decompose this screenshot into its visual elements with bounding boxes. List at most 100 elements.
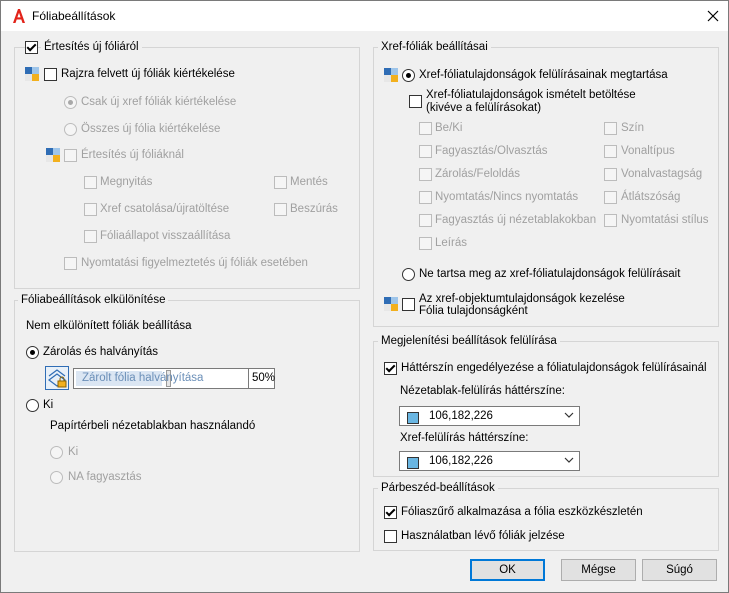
notify-new-layers-label: Értesítés új fóliáknál (81, 149, 184, 161)
cancel-button[interactable]: Mégse (561, 559, 636, 581)
fade-slider-field[interactable]: Zárolt fólia halványítása (73, 368, 249, 389)
lock-fade-label: Zárolás és halványítás (43, 346, 159, 358)
new-layer-notification-label: Értesítés új fóliáról (41, 41, 142, 53)
viewport-bg-color-select[interactable]: 106,182,226 (399, 406, 580, 426)
lock-fade-radio[interactable] (26, 346, 39, 359)
manage-xref-props-line1: Az xref-objektumtulajdonságok kezelése (419, 293, 625, 305)
plot-warning-label: Nyomtatási figyelmeztetés új fóliák eset… (81, 257, 308, 269)
prop-plot-label: Nyomtatás/Nincs nyomtatás (435, 191, 579, 203)
paperspace-viewport-label: Papírtérbeli nézetablakban használandó (50, 420, 256, 432)
paperspace-off-radio[interactable] (50, 446, 63, 459)
locked-layer-fade-icon (45, 366, 69, 390)
xref-bg-swatch (407, 457, 419, 469)
xref-bg-label: Xref-felülírás háttérszíne: (400, 432, 529, 444)
fade-field-label: Zárolt fólia halványítása (82, 372, 204, 384)
xref-bg-value: 106,182,226 (429, 455, 493, 467)
save-label: Mentés (290, 176, 328, 188)
isolate-settings-label: Fóliabeállítások elkülönítése (18, 294, 169, 306)
vp-freeze-radio[interactable] (50, 471, 63, 484)
prop-vp-freeze-label: Fagyasztás új nézetablakokban (435, 214, 597, 226)
prop-on-off-checkbox[interactable] (419, 122, 432, 135)
prop-plot-checkbox[interactable] (419, 191, 432, 204)
vp-freeze-label: NA fagyasztás (68, 471, 142, 483)
notify-new-layers-checkbox[interactable] (64, 149, 77, 162)
prop-lineweight-checkbox[interactable] (604, 168, 617, 181)
xref-overrides-icon (384, 68, 398, 82)
prop-description-label: Leírás (435, 237, 467, 249)
fade-percent-field[interactable]: 50% (248, 368, 275, 389)
indicate-used-layers-label: Használatban lévő fóliák jelzése (401, 530, 565, 542)
prop-freeze-thaw-checkbox[interactable] (419, 145, 432, 158)
prop-freeze-thaw-label: Fagyasztás/Olvasztás (435, 145, 548, 157)
new-layer-notification-checkbox[interactable] (25, 41, 38, 54)
manage-xref-props-line2: Fólia tulajdonságként (419, 305, 528, 317)
open-label: Megnyitás (100, 176, 153, 188)
manage-xref-props-checkbox[interactable] (402, 298, 415, 311)
viewport-bg-label: Nézetablak-felülírás háttérszíne: (400, 385, 565, 397)
new-layer-notification-group (14, 47, 360, 289)
evaluate-new-layers-checkbox[interactable] (44, 68, 57, 81)
bg-color-enable-label: Háttérszín engedélyezése a fóliatulajdon… (401, 362, 707, 374)
apply-layer-filter-label: Fóliaszűrő alkalmazása a fólia eszközkés… (401, 506, 643, 518)
evaluate-all-layers-radio[interactable] (64, 123, 77, 136)
evaluate-xref-only-label: Csak új xref fóliák kiértékelése (81, 96, 237, 108)
prop-lineweight-label: Vonalvastagság (621, 168, 703, 180)
prop-linetype-label: Vonaltípus (621, 145, 675, 157)
prop-transparency-checkbox[interactable] (604, 191, 617, 204)
no-keep-overrides-radio[interactable] (402, 268, 415, 281)
open-checkbox[interactable] (84, 176, 97, 189)
viewport-bg-value: 106,182,226 (429, 410, 493, 422)
evaluate-xref-only-radio[interactable] (64, 96, 77, 109)
close-button[interactable] (701, 5, 725, 27)
isolate-off-radio[interactable] (26, 399, 39, 412)
dialog-settings-label: Párbeszéd-beállítások (378, 482, 498, 494)
bg-color-enable-checkbox[interactable] (384, 362, 397, 375)
prop-description-checkbox[interactable] (419, 237, 432, 250)
apply-layer-filter-checkbox[interactable] (384, 506, 397, 519)
save-checkbox[interactable] (274, 176, 287, 189)
insert-label: Beszúrás (290, 203, 338, 215)
insert-checkbox[interactable] (274, 203, 287, 216)
prop-plot-style-checkbox[interactable] (604, 214, 617, 227)
xref-attach-label: Xref csatolása/újratöltése (100, 203, 230, 215)
indicate-used-layers-checkbox[interactable] (384, 530, 397, 543)
restore-layer-state-label: Fóliaállapot visszaállítása (100, 230, 231, 242)
reload-xref-props-line2: (kivéve a felülírásokat) (426, 102, 542, 114)
layer-states-icon (25, 67, 39, 81)
fade-percent-value: 50% (252, 372, 276, 384)
xref-bg-color-select[interactable]: 106,182,226 (399, 451, 580, 471)
ok-button[interactable]: OK (470, 559, 545, 581)
help-button[interactable]: Súgó (642, 559, 717, 581)
chevron-down-icon (564, 457, 574, 463)
autocad-logo-icon (13, 9, 25, 23)
prop-on-off-label: Be/Ki (435, 122, 463, 134)
evaluate-all-layers-label: Összes új fólia kiértékelése (81, 123, 221, 135)
reload-xref-props-checkbox[interactable] (409, 95, 422, 108)
prop-plot-style-label: Nyomtatási stílus (621, 214, 709, 226)
prop-lock-unlock-label: Zárolás/Feloldás (435, 168, 521, 180)
plot-warning-checkbox[interactable] (64, 257, 77, 270)
prop-linetype-checkbox[interactable] (604, 145, 617, 158)
prop-lock-unlock-checkbox[interactable] (419, 168, 432, 181)
paperspace-off-label: Ki (68, 446, 79, 458)
isolate-off-label: Ki (43, 399, 54, 411)
evaluate-new-layers-label: Rajzra felvett új fóliák kiértékelése (61, 68, 235, 80)
prop-vp-freeze-checkbox[interactable] (419, 214, 432, 227)
keep-overrides-label: Xref-fóliatulajdonságok felülírásainak m… (419, 69, 668, 81)
xref-attach-checkbox[interactable] (84, 203, 97, 216)
xref-settings-label: Xref-fóliák beállításai (378, 41, 491, 53)
no-keep-overrides-label: Ne tartsa meg az xref-fóliatulajdonságok… (419, 268, 681, 280)
close-icon (707, 10, 719, 22)
viewport-bg-swatch (407, 412, 419, 424)
notify-layers-icon (46, 148, 60, 162)
prop-color-checkbox[interactable] (604, 122, 617, 135)
layer-settings-dialog: Fóliabeállítások Értesítés új fóliáról R… (0, 0, 729, 593)
prop-color-label: Szín (621, 122, 645, 134)
prop-transparency-label: Átlátszóság (621, 191, 681, 203)
restore-layer-state-checkbox[interactable] (84, 230, 97, 243)
window-title: Fóliabeállítások (32, 9, 116, 23)
chevron-down-icon (564, 412, 574, 418)
keep-overrides-radio[interactable] (402, 69, 415, 82)
reload-xref-props-line1: Xref-fóliatulajdonságok ismételt betölté… (426, 89, 636, 101)
non-isolated-label: Nem elkülönített fóliák beállítása (26, 320, 192, 332)
